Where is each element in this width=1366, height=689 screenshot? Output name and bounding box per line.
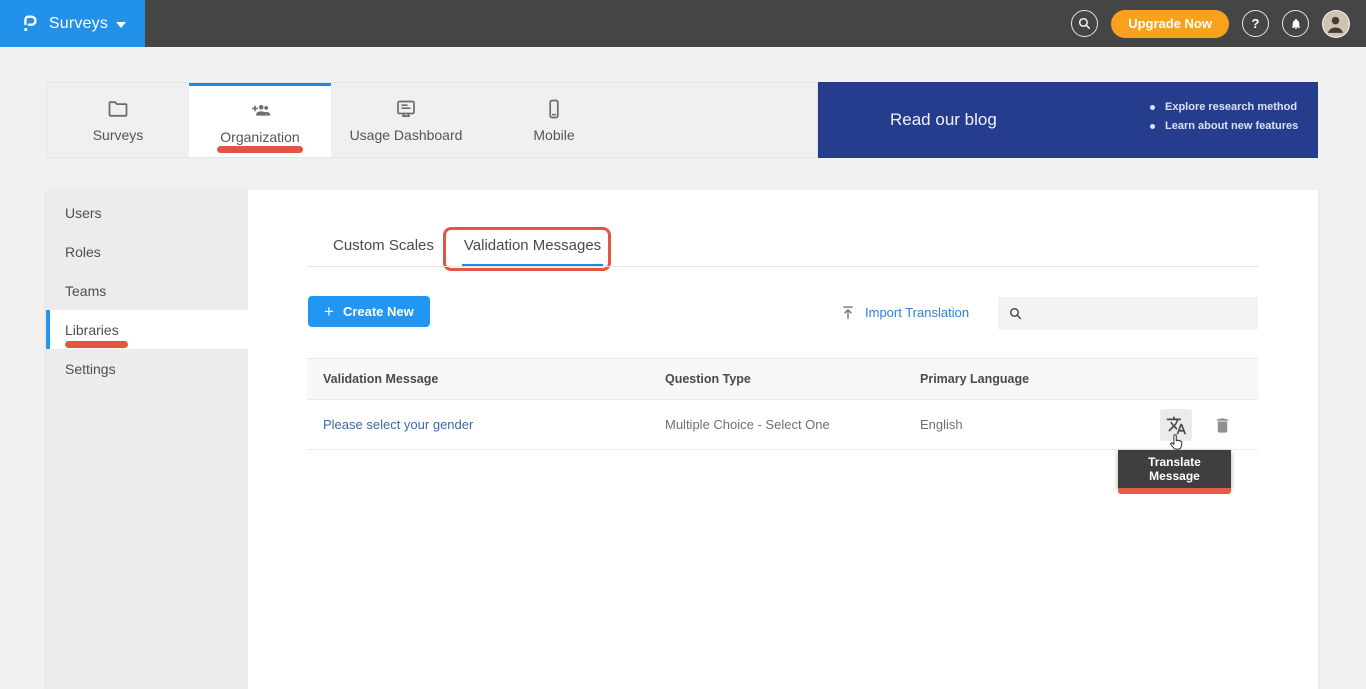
import-translation-link[interactable]: Import Translation: [840, 297, 969, 328]
tab-custom-scales[interactable]: Custom Scales: [331, 232, 436, 267]
mobile-icon: [542, 97, 566, 121]
bullet-dot: [1150, 124, 1155, 129]
column-header: Question Type: [665, 372, 920, 386]
promo-title: Read our blog: [890, 82, 997, 158]
chevron-down-icon: [116, 22, 126, 28]
nav-tab-label: Surveys: [93, 127, 144, 143]
row-actions: [1160, 400, 1258, 450]
top-header: Surveys Upgrade Now ?: [0, 0, 1366, 47]
bullet-dot: [1150, 105, 1155, 110]
search-input[interactable]: [1031, 306, 1248, 321]
questionpro-logo-icon: [19, 13, 41, 35]
folder-icon: [106, 97, 130, 121]
plus-icon: +: [324, 303, 334, 320]
product-name: Surveys: [49, 15, 108, 33]
table-header-row: Validation Message Question Type Primary…: [307, 358, 1258, 400]
library-tabs: Custom Scales Validation Messages: [331, 232, 603, 267]
table-row: Please select your gender Multiple Choic…: [307, 400, 1258, 450]
sidebar-item-teams[interactable]: Teams: [46, 271, 248, 310]
validation-message-link[interactable]: Please select your gender: [307, 417, 665, 432]
global-search-button[interactable]: [1071, 10, 1098, 37]
tooltip-text: Translate Message: [1118, 450, 1231, 488]
annotation-underline: [1118, 488, 1231, 494]
nav-tab-usage-dashboard[interactable]: Usage Dashboard: [331, 83, 481, 157]
question-mark-icon: ?: [1252, 16, 1260, 31]
validation-messages-table: Validation Message Question Type Primary…: [307, 358, 1258, 450]
header-actions: Upgrade Now ?: [1071, 0, 1350, 47]
promo-bullet-item: Explore research method: [1150, 101, 1298, 113]
nav-tab-label: Usage Dashboard: [350, 127, 463, 143]
nav-tab-organization[interactable]: Organization: [189, 83, 331, 157]
nav-tab-mobile[interactable]: Mobile: [481, 83, 627, 157]
search-icon: [1008, 306, 1023, 321]
bell-icon: [1289, 17, 1303, 31]
user-avatar[interactable]: [1322, 10, 1350, 38]
settings-sidebar: Users Roles Teams Libraries Settings: [46, 190, 248, 689]
upload-icon: [840, 304, 856, 321]
sidebar-item-libraries[interactable]: Libraries: [46, 310, 248, 349]
nav-tab-label: Mobile: [533, 127, 574, 143]
app-switcher[interactable]: Surveys: [0, 0, 145, 47]
delete-button[interactable]: [1211, 414, 1233, 436]
column-header: Primary Language: [920, 372, 1258, 386]
blog-promo-banner[interactable]: Read our blog Explore research method Le…: [818, 82, 1318, 158]
annotation-underline: [65, 341, 128, 348]
promo-bullet-item: Learn about new features: [1150, 120, 1298, 132]
notifications-button[interactable]: [1282, 10, 1309, 37]
trash-icon: [1213, 416, 1232, 435]
sidebar-item-users[interactable]: Users: [46, 193, 248, 232]
promo-bullet-list: Explore research method Learn about new …: [1150, 101, 1298, 132]
translate-tooltip: Translate Message: [1118, 450, 1231, 494]
translate-icon: [1166, 415, 1187, 436]
search-icon: [1077, 16, 1092, 31]
content-card: Users Roles Teams Libraries Settings Cus…: [46, 190, 1318, 689]
create-new-button[interactable]: + Create New: [308, 296, 430, 327]
tab-validation-messages[interactable]: Validation Messages: [462, 232, 603, 267]
nav-tab-label: Organization: [220, 129, 299, 145]
sidebar-item-roles[interactable]: Roles: [46, 232, 248, 271]
sidebar-item-settings[interactable]: Settings: [46, 349, 248, 388]
upgrade-button[interactable]: Upgrade Now: [1111, 10, 1229, 38]
divider: [307, 266, 1258, 267]
translate-message-button[interactable]: [1160, 409, 1192, 441]
libraries-main-pane: Custom Scales Validation Messages + Crea…: [248, 190, 1318, 689]
nav-tab-surveys[interactable]: Surveys: [47, 83, 189, 157]
annotation-underline: [217, 146, 303, 153]
dashboard-icon: [394, 97, 418, 121]
column-header: Validation Message: [307, 372, 665, 386]
help-button[interactable]: ?: [1242, 10, 1269, 37]
question-type-cell: Multiple Choice - Select One: [665, 417, 920, 432]
table-search[interactable]: [998, 297, 1258, 330]
module-nav: Surveys Organization Usage Dashboard Mob…: [46, 82, 818, 158]
group-add-icon: [247, 99, 273, 123]
